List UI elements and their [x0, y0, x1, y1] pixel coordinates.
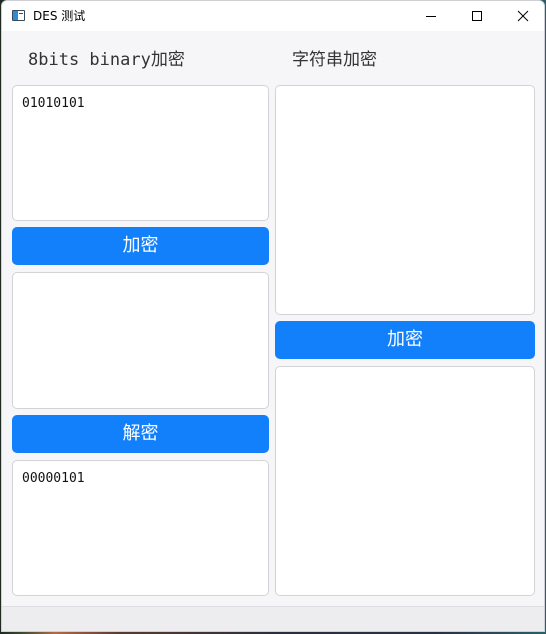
window-title: DES 测试	[33, 9, 86, 23]
binary-encrypt-button[interactable]: 加密	[12, 227, 269, 265]
maximize-icon	[472, 11, 482, 21]
string-encrypt-button[interactable]: 加密	[275, 321, 535, 359]
close-button[interactable]	[500, 1, 544, 31]
binary-heading: 8bits binary加密	[28, 50, 185, 70]
binary-cipher-field[interactable]	[12, 272, 269, 409]
binary-decrypt-button[interactable]: 解密	[12, 415, 269, 453]
binary-input-field[interactable]: 01010101	[12, 85, 269, 221]
minimize-icon	[426, 16, 436, 17]
string-output-field[interactable]	[275, 366, 535, 596]
app-window: DES 测试 8bits binary加密 01010101 加密 解密 000…	[1, 0, 545, 632]
title-bar: DES 测试	[2, 1, 544, 31]
binary-output-field[interactable]: 00000101	[12, 460, 269, 596]
binary-output-value: 00000101	[22, 471, 85, 486]
minimize-button[interactable]	[408, 1, 454, 31]
maximize-button[interactable]	[454, 1, 500, 31]
string-input-field[interactable]	[275, 85, 535, 315]
binary-input-value: 01010101	[22, 96, 85, 111]
app-icon	[12, 10, 25, 21]
close-icon	[517, 10, 529, 22]
status-bar	[2, 606, 544, 631]
string-heading: 字符串加密	[292, 50, 377, 70]
